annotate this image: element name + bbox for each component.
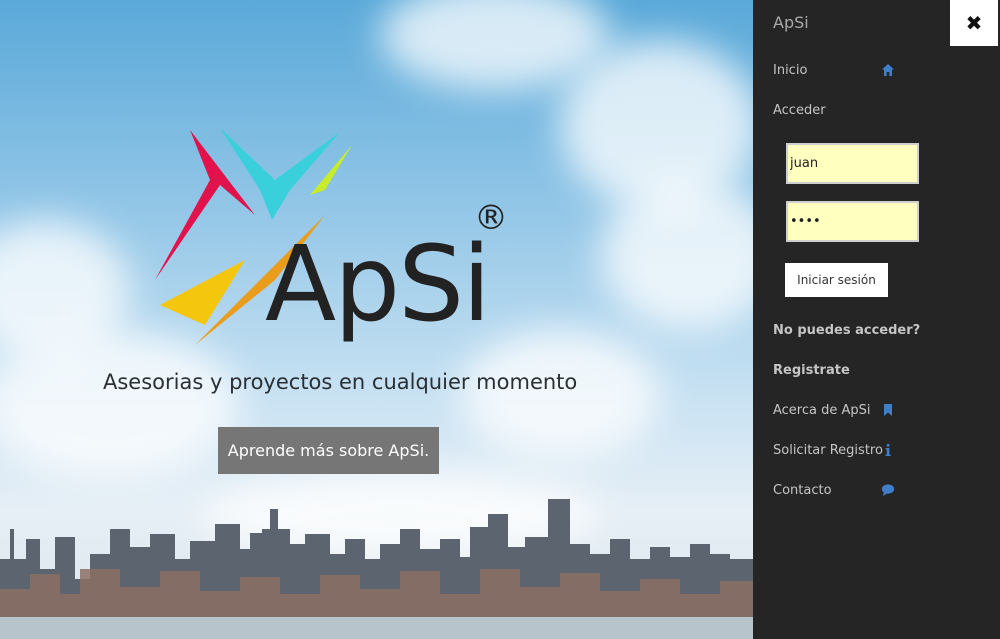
sidebar-item-label: No puedes acceder? [773, 323, 921, 338]
username-field[interactable] [786, 143, 919, 184]
login-button[interactable]: Iniciar sesión [785, 263, 888, 297]
learn-more-button[interactable]: Aprende más sobre ApSi. [218, 427, 439, 474]
sidebar-item-inicio[interactable]: Inicio [773, 61, 973, 83]
sidebar-item-label: Acceder [773, 103, 826, 118]
sidebar-item-acerca[interactable]: Acerca de ApSi [773, 401, 973, 423]
logo-wordmark: ApSi [265, 223, 491, 345]
password-field[interactable] [786, 201, 919, 242]
sidebar-item-label: Acerca de ApSi [773, 403, 871, 418]
sidebar-item-label: Contacto [773, 483, 832, 498]
sidebar-item-label: Registrate [773, 363, 850, 378]
cloud [380, 0, 610, 90]
sidebar-brand[interactable]: ApSi [773, 13, 809, 32]
sidebar-item-solicitar-registro[interactable]: Solicitar Registro [773, 441, 973, 463]
sidebar: ApSi ✖ Inicio Acceder No puedes acceder?… [753, 0, 1000, 639]
registered-mark: ® [474, 198, 508, 238]
sidebar-item-label: Inicio [773, 63, 808, 78]
tagline: Asesorias y proyectos en cualquier momen… [103, 370, 578, 394]
comment-icon [881, 484, 895, 496]
sidebar-item-no-puedes-acceder[interactable]: No puedes acceder? [773, 321, 973, 343]
close-icon: ✖ [965, 11, 983, 35]
info-icon [885, 444, 891, 456]
hero-background: ApSi ® Asesorias y proyectos en cualquie… [0, 0, 753, 639]
close-button[interactable]: ✖ [950, 0, 998, 46]
home-icon [882, 64, 894, 76]
bookmark-icon [884, 404, 892, 416]
sidebar-item-registrate[interactable]: Registrate [773, 361, 973, 383]
sidebar-item-acceder[interactable]: Acceder [773, 101, 973, 123]
sidebar-item-label: Solicitar Registro [773, 443, 883, 458]
sidebar-item-contacto[interactable]: Contacto [773, 481, 973, 503]
city-skyline [0, 499, 753, 639]
